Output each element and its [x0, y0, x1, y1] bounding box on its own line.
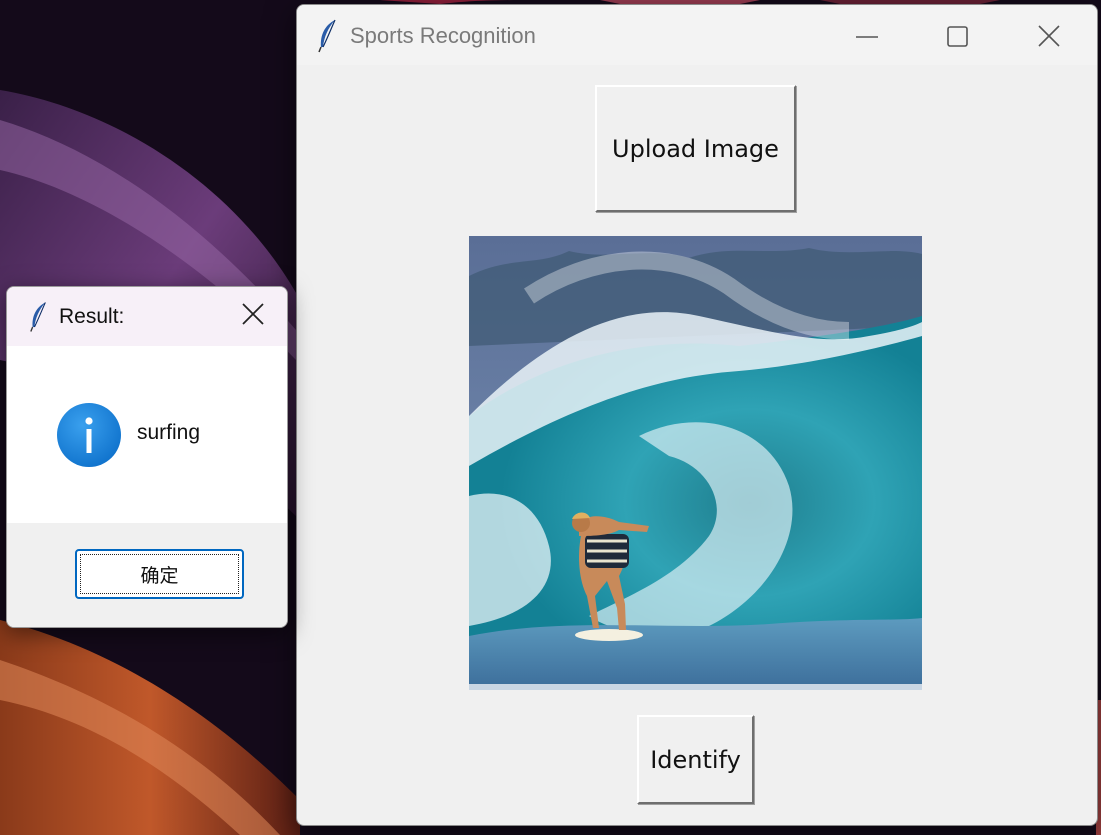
result-message: surfing [137, 421, 201, 444]
minimize-icon[interactable] [847, 17, 887, 57]
main-window: Sports Recognition Upload Image Identify [296, 4, 1098, 826]
feather-icon [318, 19, 336, 53]
ok-button-label: 确定 [140, 564, 179, 587]
identify-button[interactable]: Identify [637, 715, 754, 804]
dialog-footer: 确定 [7, 523, 287, 627]
main-titlebar[interactable]: Sports Recognition [297, 5, 1097, 65]
feather-icon [30, 302, 46, 332]
dialog-title: Result: [59, 305, 125, 328]
maximize-icon[interactable] [937, 17, 977, 57]
close-icon[interactable] [1029, 17, 1069, 57]
uploaded-image [469, 236, 922, 690]
upload-button-label: Upload Image [612, 134, 779, 163]
result-dialog: Result: surfing 确定 [6, 286, 288, 628]
dialog-titlebar[interactable]: Result: [7, 287, 287, 346]
info-icon [57, 403, 121, 467]
window-title: Sports Recognition [350, 23, 536, 48]
close-icon[interactable] [237, 299, 269, 331]
ok-button[interactable]: 确定 [75, 549, 244, 599]
identify-button-label: Identify [650, 745, 741, 774]
dialog-body: surfing [7, 346, 287, 523]
upload-image-button[interactable]: Upload Image [595, 85, 796, 212]
